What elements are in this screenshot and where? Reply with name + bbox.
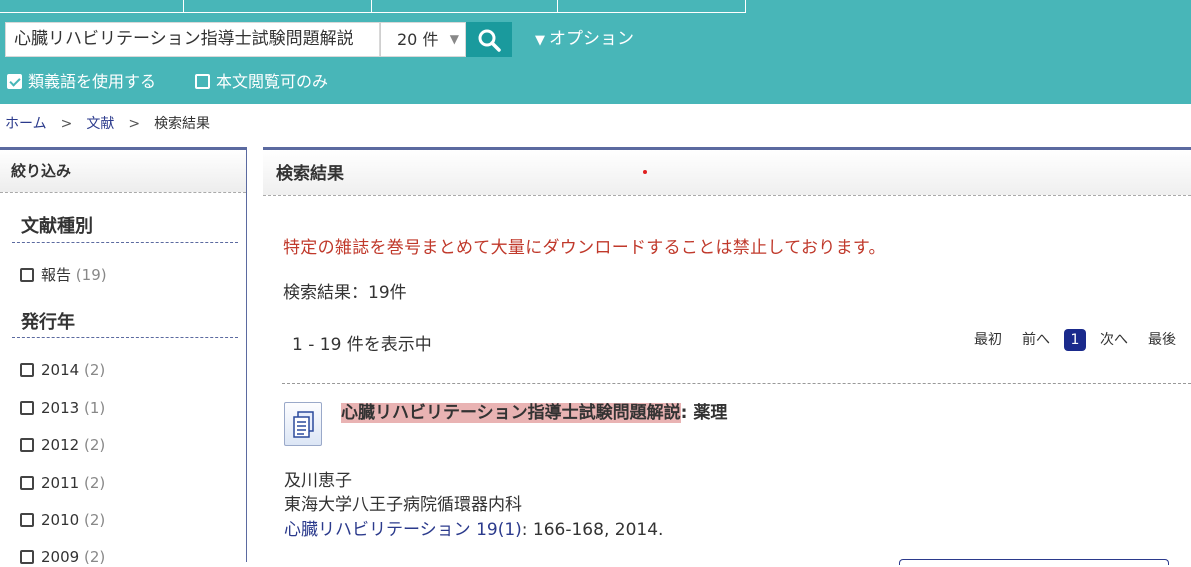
breadcrumb: ホーム > 文献 > 検索結果	[5, 114, 210, 134]
filter-label: 2009	[41, 548, 80, 566]
filter-count: (1)	[83, 399, 106, 417]
filter-year-2012[interactable]: 2012 (2)	[20, 435, 105, 455]
pager-prev[interactable]: 前へ	[1022, 329, 1050, 351]
top-nav-tab[interactable]	[558, 0, 746, 13]
checkbox-icon	[195, 74, 210, 89]
filter-count: (19)	[75, 266, 107, 284]
results-heading: 検索結果	[263, 147, 1191, 196]
marker-dot	[643, 170, 647, 174]
showing-range: 1 - 19 件を表示中	[292, 335, 432, 355]
divider	[12, 337, 238, 338]
results-title: 検索結果	[276, 164, 344, 184]
synonyms-checkbox[interactable]: 類義語を使用する	[7, 70, 156, 94]
filter-label: 2011	[41, 474, 80, 492]
search-header: 心臓リハビリテーション指導士試験問題解説 20 件 ▼ ▼ オプション 類義語を使…	[0, 0, 1191, 104]
pager-first[interactable]: 最初	[974, 329, 1002, 351]
synonyms-label: 類義語を使用する	[28, 72, 157, 91]
breadcrumb-separator: >	[60, 116, 73, 132]
filter-year-2011[interactable]: 2011 (2)	[20, 473, 105, 493]
search-button[interactable]	[466, 22, 512, 57]
top-nav-tab[interactable]	[184, 0, 372, 13]
year-heading: 発行年	[21, 312, 75, 333]
filter-sidebar: 絞り込み 文献種別 報告 (19) 発行年 2014 (2) 2013 (1) …	[0, 147, 247, 566]
download-warning: 特定の雑誌を巻号まとめて大量にダウンロードすることは禁止しております。	[283, 238, 886, 258]
breadcrumb-literature[interactable]: 文献	[86, 116, 114, 132]
checkbox-icon	[20, 363, 34, 377]
top-nav-tab[interactable]	[0, 0, 184, 13]
filter-doc-type-report[interactable]: 報告 (19)	[20, 265, 107, 285]
checkbox-checked-icon	[7, 74, 22, 89]
filter-label: 2013	[41, 399, 80, 417]
top-nav-tabs	[0, 0, 1191, 13]
dropdown-arrow-icon: ▼	[449, 32, 459, 46]
filter-label: 2010	[41, 511, 80, 529]
divider	[282, 383, 1191, 384]
title-highlight: 心臓リハビリテーション指導士試験問題解説	[341, 403, 681, 423]
title-rest: : 薬理	[680, 403, 728, 423]
results-per-page-value: 20 件	[397, 30, 439, 49]
filter-count: (2)	[83, 474, 106, 492]
checkbox-icon	[20, 438, 34, 452]
checkbox-icon	[20, 401, 34, 415]
pagination: 最初 前へ 1 次へ 最後	[954, 329, 1176, 351]
triangle-down-icon: ▼	[535, 33, 545, 48]
document-icon[interactable]	[284, 402, 322, 446]
results-panel: 検索結果 特定の雑誌を巻号まとめて大量にダウンロードすることは禁止しております。…	[263, 147, 1191, 565]
result-author: 及川恵子	[284, 471, 352, 491]
top-nav-tab[interactable]	[372, 0, 558, 13]
pager-last[interactable]: 最後	[1148, 329, 1176, 351]
doc-type-heading: 文献種別	[21, 216, 93, 237]
divider	[12, 242, 238, 243]
filter-label: 報告	[41, 266, 72, 284]
document-pages-icon	[293, 411, 314, 438]
filter-count: (2)	[83, 548, 106, 566]
filter-label: 2012	[41, 436, 80, 454]
options-label: オプション	[549, 29, 634, 49]
filter-year-2010[interactable]: 2010 (2)	[20, 510, 105, 530]
filter-label: 2014	[41, 361, 80, 379]
journal-link[interactable]: 心臓リハビリテーション 19(1)	[284, 520, 522, 540]
fulltext-only-checkbox[interactable]: 本文閲覧可のみ	[195, 70, 328, 94]
filter-year-2014[interactable]: 2014 (2)	[20, 360, 105, 380]
filter-year-2013[interactable]: 2013 (1)	[20, 398, 105, 418]
breadcrumb-separator: >	[128, 116, 141, 132]
search-input[interactable]: 心臓リハビリテーション指導士試験問題解説	[5, 22, 380, 57]
search-icon	[478, 29, 501, 52]
result-action-button[interactable]	[899, 559, 1169, 565]
sidebar-title: 絞り込み	[0, 150, 246, 193]
options-toggle[interactable]: ▼ オプション	[535, 27, 634, 53]
result-affiliation: 東海大学八王子病院循環器内科	[284, 495, 522, 515]
filter-count: (2)	[83, 511, 106, 529]
pager-current-page[interactable]: 1	[1064, 329, 1086, 351]
pager-next[interactable]: 次へ	[1100, 329, 1128, 351]
breadcrumb-current: 検索結果	[154, 116, 211, 132]
checkbox-icon	[20, 513, 34, 527]
breadcrumb-home[interactable]: ホーム	[5, 116, 47, 132]
results-per-page-select[interactable]: 20 件 ▼	[380, 22, 466, 57]
result-title-link[interactable]: 心臓リハビリテーション指導士試験問題解説: 薬理	[341, 401, 727, 425]
journal-pages: : 166-168, 2014.	[521, 520, 664, 540]
filter-year-2009[interactable]: 2009 (2)	[20, 547, 105, 567]
result-count: 検索結果：19件	[283, 283, 407, 303]
fulltext-label: 本文閲覧可のみ	[216, 72, 329, 91]
filter-count: (2)	[83, 436, 106, 454]
result-journal: 心臓リハビリテーション 19(1): 166-168, 2014.	[284, 515, 663, 540]
checkbox-icon	[20, 268, 34, 282]
checkbox-icon	[20, 476, 34, 490]
filter-count: (2)	[83, 361, 106, 379]
